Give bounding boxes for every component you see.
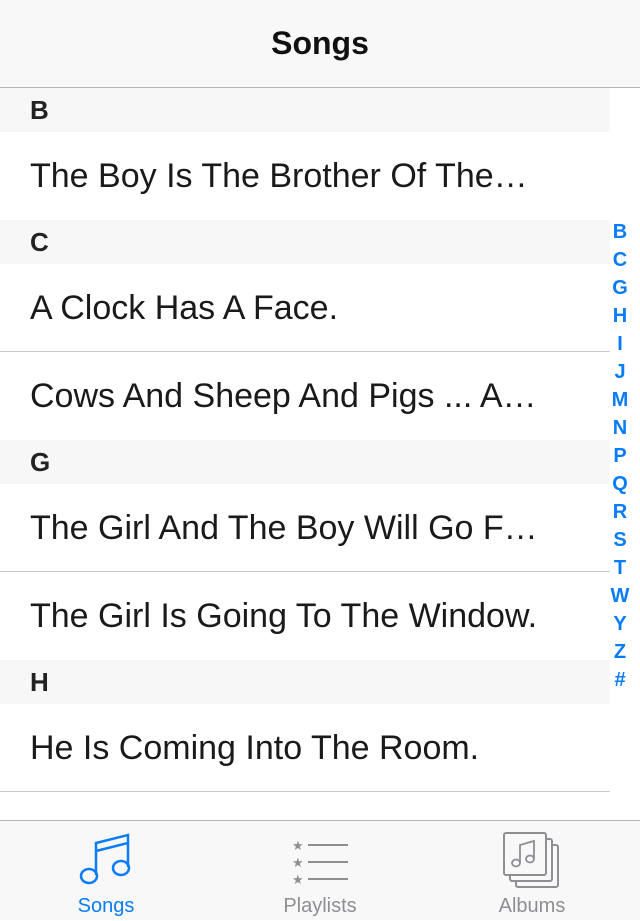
music-note-icon bbox=[79, 833, 131, 885]
index-letter-n[interactable]: N bbox=[613, 414, 627, 442]
svg-text:★: ★ bbox=[292, 856, 304, 871]
index-letter-r[interactable]: R bbox=[613, 498, 627, 526]
tab-label: Playlists bbox=[283, 895, 357, 917]
section-header-c: C bbox=[0, 220, 610, 264]
song-row[interactable]: He Is Coming Into The Room. bbox=[0, 704, 610, 792]
song-row[interactable]: The Boy Is The Brother Of The… bbox=[0, 132, 610, 220]
songs-list[interactable]: B The Boy Is The Brother Of The… C A Clo… bbox=[0, 88, 640, 820]
section-header-h: H bbox=[0, 660, 610, 704]
song-row[interactable]: The Girl Is Going To The Window. bbox=[0, 572, 610, 660]
albums-icon bbox=[503, 832, 559, 888]
index-letter-q[interactable]: Q bbox=[612, 470, 628, 498]
tab-bar: Songs ★ ★ ★ Playlists Albums bbox=[0, 820, 640, 920]
index-letter-g[interactable]: G bbox=[612, 274, 628, 302]
playlist-icon: ★ ★ ★ bbox=[292, 839, 348, 888]
index-letter-s[interactable]: S bbox=[613, 526, 626, 554]
index-letter-w[interactable]: W bbox=[611, 582, 630, 610]
song-row[interactable]: The Girl And The Boy Will Go F… bbox=[0, 484, 610, 572]
tab-albums[interactable]: Albums bbox=[442, 821, 622, 921]
tab-label: Albums bbox=[498, 895, 566, 917]
svg-text:★: ★ bbox=[292, 873, 304, 888]
section-index[interactable]: B C G H I J M N P Q R S T W Y Z # bbox=[604, 218, 636, 694]
index-letter-y[interactable]: Y bbox=[613, 610, 626, 638]
index-letter-p[interactable]: P bbox=[613, 442, 626, 470]
index-letter-hash[interactable]: # bbox=[614, 666, 625, 694]
index-letter-i[interactable]: I bbox=[617, 330, 623, 358]
song-row[interactable]: A Clock Has A Face. bbox=[0, 264, 610, 352]
index-letter-t[interactable]: T bbox=[614, 554, 626, 582]
index-letter-j[interactable]: J bbox=[614, 358, 625, 386]
section-header-g: G bbox=[0, 440, 610, 484]
song-row[interactable]: Cows And Sheep And Pigs ... A… bbox=[0, 352, 610, 440]
index-letter-h[interactable]: H bbox=[613, 302, 627, 330]
nav-bar: Songs bbox=[0, 0, 640, 88]
svg-text:★: ★ bbox=[292, 839, 304, 854]
index-letter-m[interactable]: M bbox=[612, 386, 629, 414]
tab-label: Songs bbox=[77, 895, 135, 917]
index-letter-z[interactable]: Z bbox=[614, 638, 626, 666]
page-title: Songs bbox=[271, 25, 369, 61]
tab-songs[interactable]: Songs bbox=[16, 821, 196, 921]
section-header-b: B bbox=[0, 88, 610, 132]
index-letter-c[interactable]: C bbox=[613, 246, 627, 274]
tab-playlists[interactable]: ★ ★ ★ Playlists bbox=[230, 821, 410, 921]
index-letter-b[interactable]: B bbox=[613, 218, 627, 246]
